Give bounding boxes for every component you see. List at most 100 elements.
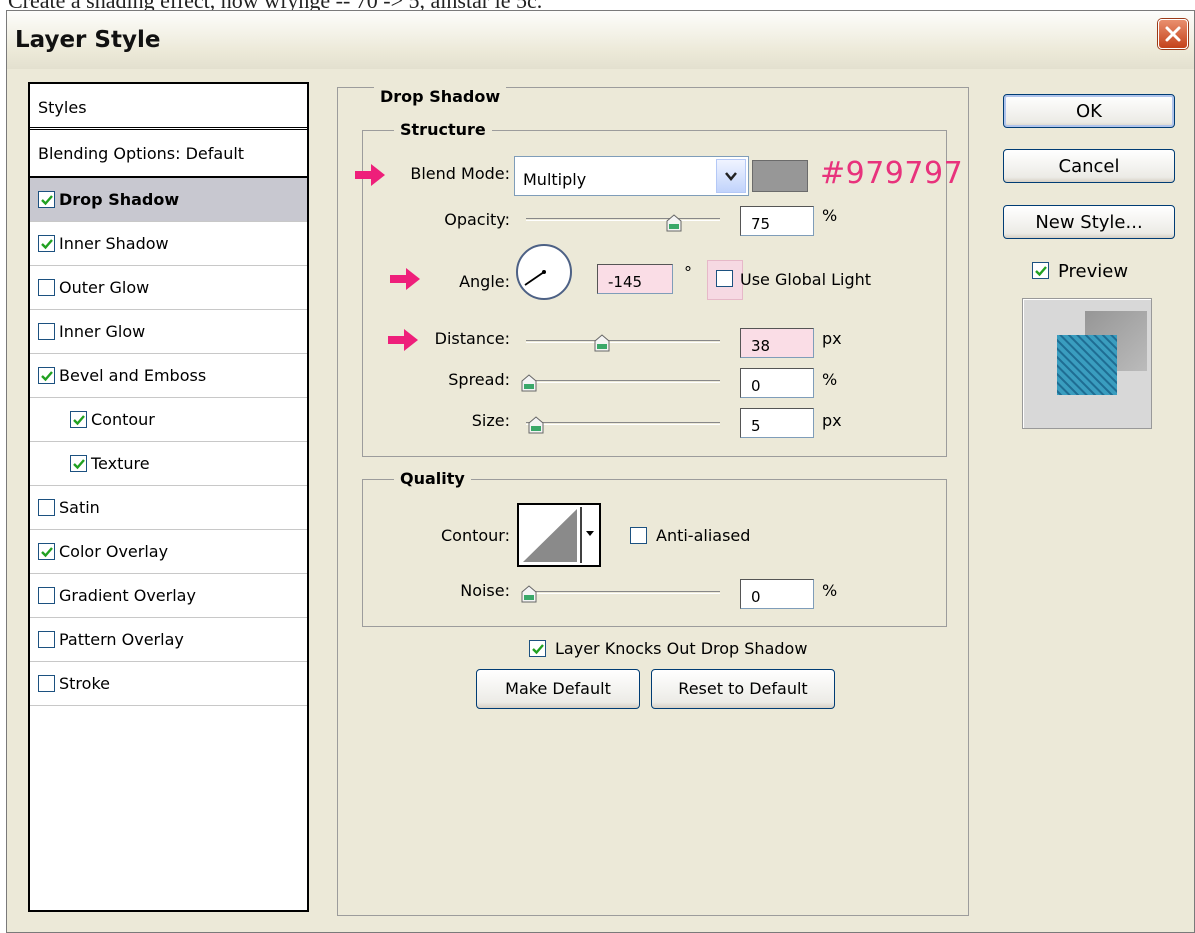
- noise-slider-thumb[interactable]: [521, 585, 537, 603]
- style-item-label: Contour: [91, 410, 155, 429]
- preview-checkbox[interactable]: [1032, 262, 1049, 279]
- arrow-annotation-icon: [355, 164, 385, 186]
- chevron-down-icon[interactable]: [716, 159, 746, 193]
- style-preview-thumbnail: [1022, 298, 1152, 429]
- style-checkbox[interactable]: [70, 411, 87, 428]
- blend-mode-label: Blend Mode:: [410, 164, 510, 183]
- structure-title: Structure: [394, 120, 492, 139]
- layer-knocks-out-label: Layer Knocks Out Drop Shadow: [555, 639, 808, 658]
- distance-input[interactable]: 38: [740, 328, 814, 358]
- preview-swatch-icon: [1057, 311, 1147, 395]
- style-items: Drop Shadow Inner Shadow Outer Glow Inner G…: [30, 178, 307, 706]
- make-default-button[interactable]: Make Default: [476, 669, 640, 709]
- style-checkbox[interactable]: [38, 279, 55, 296]
- style-item-label: Outer Glow: [59, 278, 150, 297]
- opacity-input[interactable]: 75: [740, 206, 814, 236]
- distance-unit: px: [822, 329, 842, 348]
- noise-slider-track[interactable]: [526, 591, 720, 594]
- ok-button[interactable]: OK: [1003, 94, 1175, 128]
- style-item-gradient-overlay[interactable]: Gradient Overlay: [30, 574, 307, 618]
- angle-label: Angle:: [459, 272, 510, 291]
- quality-group: [362, 479, 947, 627]
- style-checkbox[interactable]: [38, 631, 55, 648]
- noise-label: Noise:: [460, 581, 510, 600]
- angle-degree-unit: °: [684, 263, 692, 282]
- style-item-texture[interactable]: Texture: [30, 442, 307, 486]
- style-item-contour[interactable]: Contour: [30, 398, 307, 442]
- spread-input[interactable]: 0: [740, 368, 814, 398]
- blend-mode-value: Multiply: [523, 170, 587, 189]
- opacity-slider-track[interactable]: [526, 218, 720, 221]
- style-checkbox[interactable]: [38, 499, 55, 516]
- style-checkbox[interactable]: [38, 235, 55, 252]
- style-checkbox[interactable]: [38, 675, 55, 692]
- size-input[interactable]: 5: [740, 408, 814, 438]
- size-slider-track[interactable]: [526, 422, 720, 425]
- styles-header[interactable]: Styles: [30, 84, 307, 130]
- style-item-inner-glow[interactable]: Inner Glow: [30, 310, 307, 354]
- arrow-annotation-icon: [390, 268, 420, 290]
- style-item-color-overlay[interactable]: Color Overlay: [30, 530, 307, 574]
- contour-picker[interactable]: [517, 503, 601, 567]
- title-bar[interactable]: Layer Style: [7, 11, 1194, 69]
- angle-dial[interactable]: [516, 244, 572, 300]
- style-item-inner-shadow[interactable]: Inner Shadow: [30, 222, 307, 266]
- style-item-label: Gradient Overlay: [59, 586, 196, 605]
- contour-label: Contour:: [441, 526, 510, 545]
- opacity-label: Opacity:: [444, 210, 510, 229]
- size-label: Size:: [471, 411, 510, 430]
- distance-slider-track[interactable]: [526, 340, 720, 343]
- style-item-label: Stroke: [59, 674, 110, 693]
- style-item-label: Color Overlay: [59, 542, 169, 561]
- cancel-button[interactable]: Cancel: [1003, 149, 1175, 183]
- style-checkbox[interactable]: [38, 191, 55, 208]
- style-item-bevel-and-emboss[interactable]: Bevel and Emboss: [30, 354, 307, 398]
- blending-options-label: Blending Options: Default: [38, 143, 245, 163]
- spread-slider-track[interactable]: [526, 380, 720, 383]
- blend-mode-select[interactable]: Multiply: [514, 156, 749, 196]
- style-checkbox[interactable]: [38, 323, 55, 340]
- opacity-slider-thumb[interactable]: [666, 214, 682, 232]
- layer-knocks-out-checkbox[interactable]: [529, 640, 546, 657]
- style-item-pattern-overlay[interactable]: Pattern Overlay: [30, 618, 307, 662]
- size-slider-thumb[interactable]: [528, 416, 544, 434]
- style-item-label: Inner Shadow: [59, 234, 169, 253]
- size-unit: px: [822, 411, 842, 430]
- new-style-button[interactable]: New Style...: [1003, 205, 1175, 239]
- use-global-light-label: Use Global Light: [740, 270, 872, 289]
- distance-label: Distance:: [434, 329, 510, 348]
- close-icon: [1165, 26, 1181, 42]
- noise-input[interactable]: 0: [740, 579, 814, 609]
- blending-options-item[interactable]: Blending Options: Default: [30, 130, 307, 178]
- angle-needle-icon: [524, 270, 546, 286]
- dialog-title: Layer Style: [15, 27, 161, 53]
- close-button[interactable]: [1158, 19, 1188, 49]
- preview-label: Preview: [1058, 261, 1129, 282]
- style-item-stroke[interactable]: Stroke: [30, 662, 307, 706]
- style-item-satin[interactable]: Satin: [30, 486, 307, 530]
- anti-aliased-checkbox[interactable]: [630, 527, 647, 544]
- distance-slider-thumb[interactable]: [594, 334, 610, 352]
- chevron-down-icon: [586, 531, 594, 536]
- spread-slider-thumb[interactable]: [521, 374, 537, 392]
- shadow-color-swatch[interactable]: [752, 160, 808, 192]
- style-checkbox[interactable]: [38, 587, 55, 604]
- style-item-label: Texture: [91, 454, 150, 473]
- spread-label: Spread:: [448, 370, 510, 389]
- style-item-drop-shadow[interactable]: Drop Shadow: [30, 178, 307, 222]
- style-item-label: Inner Glow: [59, 322, 146, 341]
- anti-aliased-label: Anti-aliased: [656, 526, 751, 545]
- style-checkbox[interactable]: [70, 455, 87, 472]
- spread-unit: %: [822, 370, 838, 389]
- style-checkbox[interactable]: [38, 367, 55, 384]
- reset-to-default-button[interactable]: Reset to Default: [651, 669, 835, 709]
- style-checkbox[interactable]: [38, 543, 55, 560]
- style-item-outer-glow[interactable]: Outer Glow: [30, 266, 307, 310]
- style-item-label: Satin: [59, 498, 100, 517]
- hex-color-annotation: #979797: [820, 156, 964, 191]
- use-global-light-checkbox[interactable]: [716, 270, 733, 287]
- styles-list: Styles Blending Options: Default Drop Sh…: [28, 82, 309, 912]
- angle-input[interactable]: -145: [597, 264, 673, 294]
- style-item-label: Pattern Overlay: [59, 630, 184, 649]
- style-item-label: Bevel and Emboss: [59, 366, 207, 385]
